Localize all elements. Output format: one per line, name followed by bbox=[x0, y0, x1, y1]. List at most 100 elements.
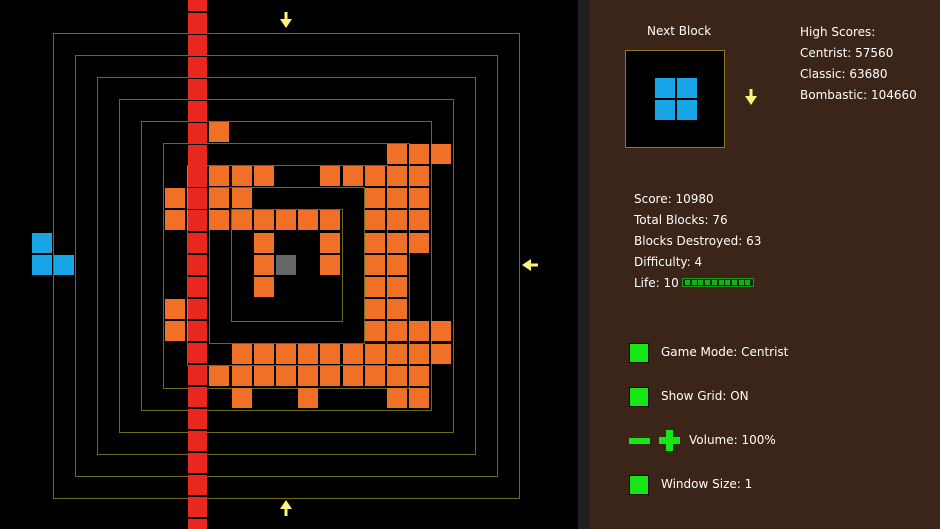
orange-block bbox=[365, 366, 385, 386]
laser-segment bbox=[188, 409, 207, 429]
falling-piece-cell bbox=[32, 233, 52, 253]
orange-block bbox=[298, 344, 318, 364]
orange-block bbox=[320, 344, 340, 364]
orange-block bbox=[165, 188, 185, 208]
next-piece-cell bbox=[677, 100, 697, 120]
life-segment bbox=[718, 280, 724, 285]
orange-block bbox=[409, 388, 429, 408]
orange-block bbox=[209, 366, 229, 386]
volume-decrease-button[interactable] bbox=[629, 438, 650, 444]
volume-increase-button[interactable] bbox=[659, 430, 680, 451]
orange-block bbox=[320, 366, 340, 386]
orange-block bbox=[365, 166, 385, 186]
orange-block bbox=[387, 255, 407, 275]
laser-segment bbox=[188, 101, 207, 121]
orange-block bbox=[232, 188, 252, 208]
blocks-destroyed-text: Blocks Destroyed: 63 bbox=[634, 234, 762, 248]
laser-segment bbox=[188, 365, 207, 385]
laser-segment bbox=[188, 453, 207, 473]
laser-segment bbox=[188, 277, 207, 297]
game-mode-label: Game Mode: Centrist bbox=[661, 345, 789, 359]
window-size-label: Window Size: 1 bbox=[661, 477, 753, 491]
orange-block bbox=[320, 255, 340, 275]
laser-segment bbox=[188, 13, 207, 33]
orange-block bbox=[409, 233, 429, 253]
show-grid-label: Show Grid: ON bbox=[661, 389, 749, 403]
life-text: Life: 10 bbox=[634, 276, 679, 290]
orange-block bbox=[387, 233, 407, 253]
orange-block bbox=[232, 210, 252, 230]
orange-block bbox=[276, 344, 296, 364]
laser-segment bbox=[188, 497, 207, 517]
high-scores-title: High Scores: bbox=[800, 25, 876, 39]
life-segment bbox=[745, 280, 751, 285]
laser-segment bbox=[188, 35, 207, 55]
orange-block bbox=[387, 277, 407, 297]
laser-block bbox=[188, 210, 207, 230]
game-board[interactable] bbox=[0, 0, 578, 529]
orange-block bbox=[365, 321, 385, 341]
life-segment bbox=[738, 280, 744, 285]
orange-block bbox=[232, 388, 252, 408]
orange-block bbox=[365, 344, 385, 364]
orange-block bbox=[232, 366, 252, 386]
orange-block bbox=[409, 321, 429, 341]
window-size-button[interactable] bbox=[629, 475, 649, 495]
laser-segment bbox=[188, 387, 207, 407]
orange-block bbox=[320, 166, 340, 186]
orange-block bbox=[365, 277, 385, 297]
orange-block bbox=[409, 144, 429, 164]
orange-block bbox=[409, 166, 429, 186]
laser-segment bbox=[188, 431, 207, 451]
life-segment bbox=[691, 280, 697, 285]
laser-block bbox=[188, 299, 207, 319]
next-piece-cell bbox=[655, 100, 675, 120]
orange-block bbox=[343, 166, 363, 186]
orange-block bbox=[365, 299, 385, 319]
next-block-preview bbox=[625, 50, 725, 148]
laser-segment bbox=[188, 255, 207, 275]
orange-block bbox=[254, 210, 274, 230]
life-segment bbox=[731, 280, 737, 285]
total-blocks-text: Total Blocks: 76 bbox=[634, 213, 728, 227]
life-segment bbox=[685, 280, 690, 285]
volume-label: Volume: 100% bbox=[689, 433, 776, 447]
orange-block bbox=[365, 255, 385, 275]
laser-segment bbox=[188, 145, 207, 165]
orange-block bbox=[276, 210, 296, 230]
panel-divider bbox=[578, 0, 590, 529]
orange-block bbox=[343, 344, 363, 364]
arrow-bottom-icon bbox=[280, 500, 292, 516]
orange-block bbox=[365, 188, 385, 208]
orange-block bbox=[387, 188, 407, 208]
orange-block bbox=[409, 366, 429, 386]
orange-block bbox=[387, 366, 407, 386]
high-score-bombastic: Bombastic: 104660 bbox=[800, 88, 917, 102]
game-mode-button[interactable] bbox=[629, 343, 649, 363]
orange-block bbox=[232, 344, 252, 364]
high-score-centrist: Centrist: 57560 bbox=[800, 46, 894, 60]
arrow-top-icon bbox=[280, 12, 292, 28]
orange-block bbox=[365, 233, 385, 253]
laser-block bbox=[188, 188, 207, 208]
orange-block bbox=[409, 188, 429, 208]
orange-block bbox=[254, 366, 274, 386]
orange-block bbox=[387, 321, 407, 341]
falling-piece-cell bbox=[32, 255, 52, 275]
laser-segment bbox=[188, 79, 207, 99]
orange-block bbox=[365, 210, 385, 230]
orange-block bbox=[343, 366, 363, 386]
orange-block bbox=[409, 210, 429, 230]
orange-block bbox=[209, 122, 229, 142]
orange-block bbox=[209, 210, 229, 230]
orange-block bbox=[254, 166, 274, 186]
orange-block bbox=[232, 166, 252, 186]
next-piece-cell bbox=[677, 78, 697, 98]
orange-block bbox=[320, 233, 340, 253]
orange-block bbox=[387, 299, 407, 319]
orange-block bbox=[298, 388, 318, 408]
show-grid-button[interactable] bbox=[629, 387, 649, 407]
laser-segment bbox=[188, 0, 207, 11]
score-text: Score: 10980 bbox=[634, 192, 714, 206]
orange-block bbox=[298, 366, 318, 386]
